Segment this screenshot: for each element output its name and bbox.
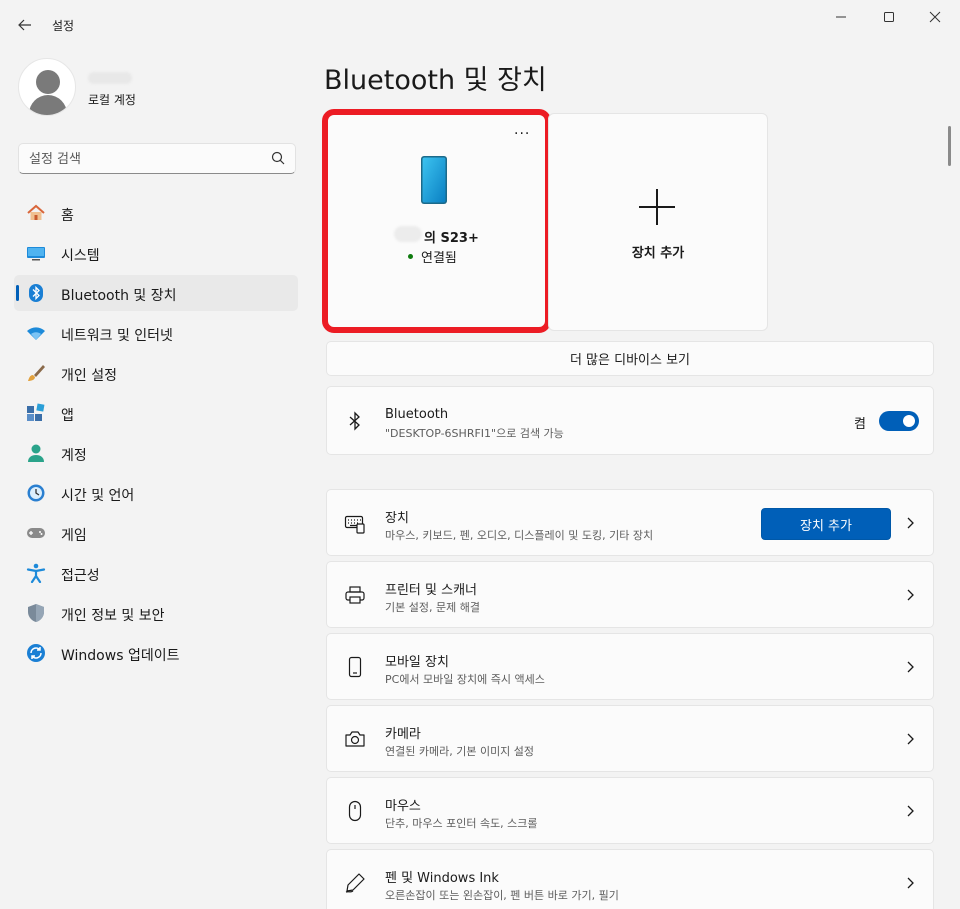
- bluetooth-icon: [29, 284, 43, 302]
- mouse-row[interactable]: 마우스 단추, 마우스 포인터 속도, 스크롤: [326, 777, 934, 844]
- row-title: 장치: [385, 511, 409, 526]
- row-title: 모바일 장치: [385, 655, 449, 670]
- system-icon: [27, 247, 45, 261]
- printers-row[interactable]: 프린터 및 스캐너 기본 설정, 문제 해결: [326, 561, 934, 628]
- shield-icon: [28, 604, 44, 622]
- maximize-icon[interactable]: [866, 0, 912, 34]
- row-title: 펜 및 Windows Ink: [385, 871, 499, 886]
- phone-icon: [421, 156, 447, 204]
- highlight-box: [322, 109, 551, 333]
- chevron-right-icon: [907, 805, 914, 817]
- back-arrow-icon[interactable]: [12, 12, 38, 38]
- search-icon[interactable]: [271, 151, 285, 165]
- bluetooth-row: Bluetooth "DESKTOP-6SHRFI1"으로 검색 가능 켬: [326, 386, 934, 455]
- minimize-icon[interactable]: [818, 0, 864, 34]
- plus-icon: [639, 189, 675, 225]
- wifi-icon: [27, 327, 45, 340]
- sidebar-item-personalization[interactable]: 개인 설정: [14, 355, 298, 391]
- camera-icon: [345, 731, 365, 747]
- sidebar-nav: 홈 시스템 Bluetooth 및 장치 네트워크 및 인터넷 개인 설정 앱 …: [14, 195, 298, 675]
- row-title: 마우스: [385, 799, 421, 814]
- sidebar-item-gaming[interactable]: 게임: [14, 515, 298, 551]
- sidebar-item-accessibility[interactable]: 접근성: [14, 555, 298, 591]
- bluetooth-title: Bluetooth: [385, 407, 449, 422]
- sidebar-item-apps[interactable]: 앱: [14, 395, 298, 431]
- user-profile: 로컬 계정: [18, 58, 298, 122]
- sidebar-item-windows-update[interactable]: Windows 업데이트: [14, 635, 298, 671]
- bluetooth-toggle[interactable]: [879, 411, 919, 431]
- settings-search[interactable]: [18, 143, 296, 174]
- chevron-right-icon: [907, 589, 914, 601]
- device-owner-redacted: [394, 226, 422, 242]
- chevron-right-icon: [907, 517, 914, 529]
- connected-dot-icon: [408, 254, 413, 259]
- accessibility-icon: [26, 563, 46, 583]
- search-input[interactable]: [29, 150, 259, 168]
- title-bar: 설정: [0, 0, 960, 48]
- sidebar-item-accounts[interactable]: 계정: [14, 435, 298, 471]
- brush-icon: [28, 365, 45, 381]
- more-options-icon[interactable]: ···: [514, 126, 530, 142]
- pen-icon: [345, 873, 365, 893]
- printer-icon: [345, 586, 365, 604]
- update-icon: [27, 644, 45, 662]
- gamepad-icon: [27, 528, 45, 538]
- row-title: 프린터 및 스캐너: [385, 583, 477, 598]
- row-subtitle: 연결된 카메라, 기본 이미지 설정: [385, 745, 535, 758]
- row-title: 카메라: [385, 727, 421, 742]
- pen-ink-row[interactable]: 펜 및 Windows Ink 오른손잡이 또는 왼손잡이, 펜 버튼 바로 가…: [326, 849, 934, 909]
- chevron-right-icon: [907, 877, 914, 889]
- row-subtitle: 기본 설정, 문제 해결: [385, 601, 480, 614]
- device-status-text: 연결됨: [421, 251, 457, 266]
- close-icon[interactable]: [912, 0, 958, 34]
- account-type: 로컬 계정: [88, 93, 136, 107]
- device-name: 의 S23+: [424, 231, 479, 246]
- chevron-right-icon: [907, 661, 914, 673]
- devices-row[interactable]: 장치 마우스, 키보드, 펜, 오디오, 디스플레이 및 도킹, 기타 장치 장…: [326, 489, 934, 556]
- mobile-icon: [348, 656, 362, 678]
- apps-icon: [27, 403, 45, 421]
- sidebar-item-network[interactable]: 네트워크 및 인터넷: [14, 315, 298, 351]
- bluetooth-symbol-icon: [349, 411, 360, 431]
- avatar: [18, 58, 76, 116]
- toggle-state-label: 켬: [854, 417, 866, 432]
- add-device-button[interactable]: 장치 추가: [761, 508, 891, 540]
- profile-name-redacted: [88, 72, 132, 84]
- camera-row[interactable]: 카메라 연결된 카메라, 기본 이미지 설정: [326, 705, 934, 772]
- sidebar-item-system[interactable]: 시스템: [14, 235, 298, 271]
- row-subtitle: PC에서 모바일 장치에 즉시 액세스: [385, 673, 545, 686]
- add-device-label: 장치 추가: [631, 246, 685, 261]
- account-icon: [28, 444, 44, 462]
- device-status: 연결됨: [408, 247, 457, 266]
- row-subtitle: 마우스, 키보드, 펜, 오디오, 디스플레이 및 도킹, 기타 장치: [385, 529, 654, 542]
- time-language-icon: [27, 484, 45, 502]
- chevron-right-icon: [907, 733, 914, 745]
- row-subtitle: 오른손잡이 또는 왼손잡이, 펜 버튼 바로 가기, 필기: [385, 889, 619, 902]
- view-more-devices-button[interactable]: 더 많은 디바이스 보기: [326, 341, 934, 376]
- mobile-devices-row[interactable]: 모바일 장치 PC에서 모바일 장치에 즉시 액세스: [326, 633, 934, 700]
- bluetooth-subtitle: "DESKTOP-6SHRFI1"으로 검색 가능: [385, 427, 564, 440]
- home-icon: [27, 204, 45, 220]
- sidebar-item-privacy[interactable]: 개인 정보 및 보안: [14, 595, 298, 631]
- sidebar-item-time-language[interactable]: 시간 및 언어: [14, 475, 298, 511]
- keyboard-icon: [344, 515, 365, 534]
- scrollbar[interactable]: [948, 126, 951, 166]
- sidebar-item-bluetooth[interactable]: Bluetooth 및 장치: [14, 275, 298, 311]
- row-subtitle: 단추, 마우스 포인터 속도, 스크롤: [385, 817, 538, 830]
- page-title: Bluetooth 및 장치: [324, 65, 547, 96]
- mouse-icon: [348, 800, 362, 822]
- sidebar-item-home[interactable]: 홈: [14, 195, 298, 231]
- window-title: 설정: [52, 19, 75, 33]
